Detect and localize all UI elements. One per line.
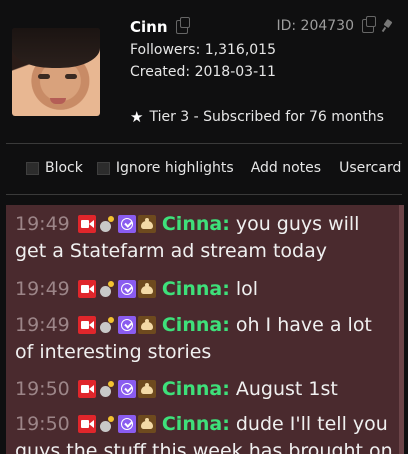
video-badge-icon[interactable] [77, 215, 96, 233]
chat-history[interactable]: 19:49 Cinna: you guys will get a Statefa… [6, 205, 404, 454]
message-username[interactable]: Cinna: [162, 213, 230, 235]
ignore-highlights-label[interactable]: Ignore highlights [116, 160, 234, 176]
copy-name-icon[interactable] [175, 17, 190, 34]
verified-badge-icon[interactable] [117, 316, 136, 334]
timestamp: 19:49 [15, 278, 70, 300]
verified-badge-icon[interactable] [117, 215, 136, 233]
ignore-highlights-checkbox-box[interactable] [96, 161, 110, 175]
subscriber-badge-icon[interactable] [137, 380, 156, 398]
avatar[interactable] [12, 28, 100, 116]
block-label[interactable]: Block [45, 160, 83, 176]
message-username[interactable]: Cinna: [162, 378, 230, 400]
user-header: Cinn ID: 204730 Followers: 1,316,015 Cre… [0, 0, 408, 143]
block-checkbox-box[interactable] [26, 161, 39, 175]
divider [6, 194, 402, 195]
chat-message: 19:49 Cinna: oh I have a lot of interest… [15, 312, 395, 366]
message-username[interactable]: Cinna: [162, 413, 230, 435]
avatar-hair [12, 28, 100, 68]
bomb-badge-icon[interactable] [98, 380, 116, 398]
add-notes-link[interactable]: Add notes [251, 160, 321, 176]
message-text: August 1st [235, 378, 338, 400]
message-username[interactable]: Cinna: [162, 314, 230, 336]
chat-scrollbar-thumb[interactable] [399, 205, 404, 454]
bomb-badge-icon[interactable] [98, 415, 116, 433]
verified-badge-icon[interactable] [117, 415, 136, 433]
id-row: ID: 204730 [276, 16, 394, 34]
chat-scrollbar[interactable] [399, 205, 404, 454]
timestamp: 19:49 [15, 314, 70, 336]
avatar-mouth [50, 98, 66, 104]
star-icon: ★ [130, 108, 144, 126]
avatar-eye-left [38, 74, 50, 79]
username[interactable]: Cinn [130, 18, 168, 36]
message-text: lol [235, 278, 259, 300]
video-badge-icon[interactable] [77, 415, 96, 433]
chat-message: 19:50 Cinna: dude I'll tell you guys the… [15, 411, 395, 454]
bomb-badge-icon[interactable] [98, 316, 116, 334]
chat-message: 19:49 Cinna: lol [15, 276, 395, 303]
tier-label: Tier 3 - Subscribed for 76 months [149, 109, 384, 125]
created-date: Created: 2018-03-11 [130, 64, 276, 80]
subscriber-badge-icon[interactable] [137, 215, 156, 233]
user-id: ID: 204730 [276, 18, 354, 34]
avatar-eye-right [65, 74, 77, 79]
ignore-highlights-checkbox[interactable]: Ignore highlights [96, 160, 234, 176]
usercard-link[interactable]: Usercard [339, 160, 401, 176]
pin-icon[interactable] [382, 20, 394, 32]
subscriber-badge-icon[interactable] [137, 280, 156, 298]
timestamp: 19:49 [15, 213, 70, 235]
chat-message: 19:49 Cinna: you guys will get a Statefa… [15, 211, 395, 265]
followers-count: Followers: 1,316,015 [130, 42, 276, 58]
action-bar: Block Ignore highlights Add notes Userca… [0, 155, 408, 181]
name-row: Cinn [130, 17, 190, 36]
divider [6, 143, 402, 144]
bomb-badge-icon[interactable] [98, 280, 116, 298]
subscriber-badge-icon[interactable] [137, 415, 156, 433]
video-badge-icon[interactable] [77, 280, 96, 298]
video-badge-icon[interactable] [77, 316, 96, 334]
message-username[interactable]: Cinna: [162, 278, 230, 300]
block-checkbox[interactable]: Block [26, 160, 83, 176]
video-badge-icon[interactable] [77, 380, 96, 398]
subscription-tier: ★ Tier 3 - Subscribed for 76 months [130, 108, 384, 126]
chat-message: 19:50 Cinna: August 1st [15, 376, 395, 403]
timestamp: 19:50 [15, 378, 70, 400]
subscriber-badge-icon[interactable] [137, 316, 156, 334]
timestamp: 19:50 [15, 413, 70, 435]
copy-id-icon[interactable] [362, 16, 376, 33]
bomb-badge-icon[interactable] [98, 215, 116, 233]
verified-badge-icon[interactable] [117, 280, 136, 298]
verified-badge-icon[interactable] [117, 380, 136, 398]
